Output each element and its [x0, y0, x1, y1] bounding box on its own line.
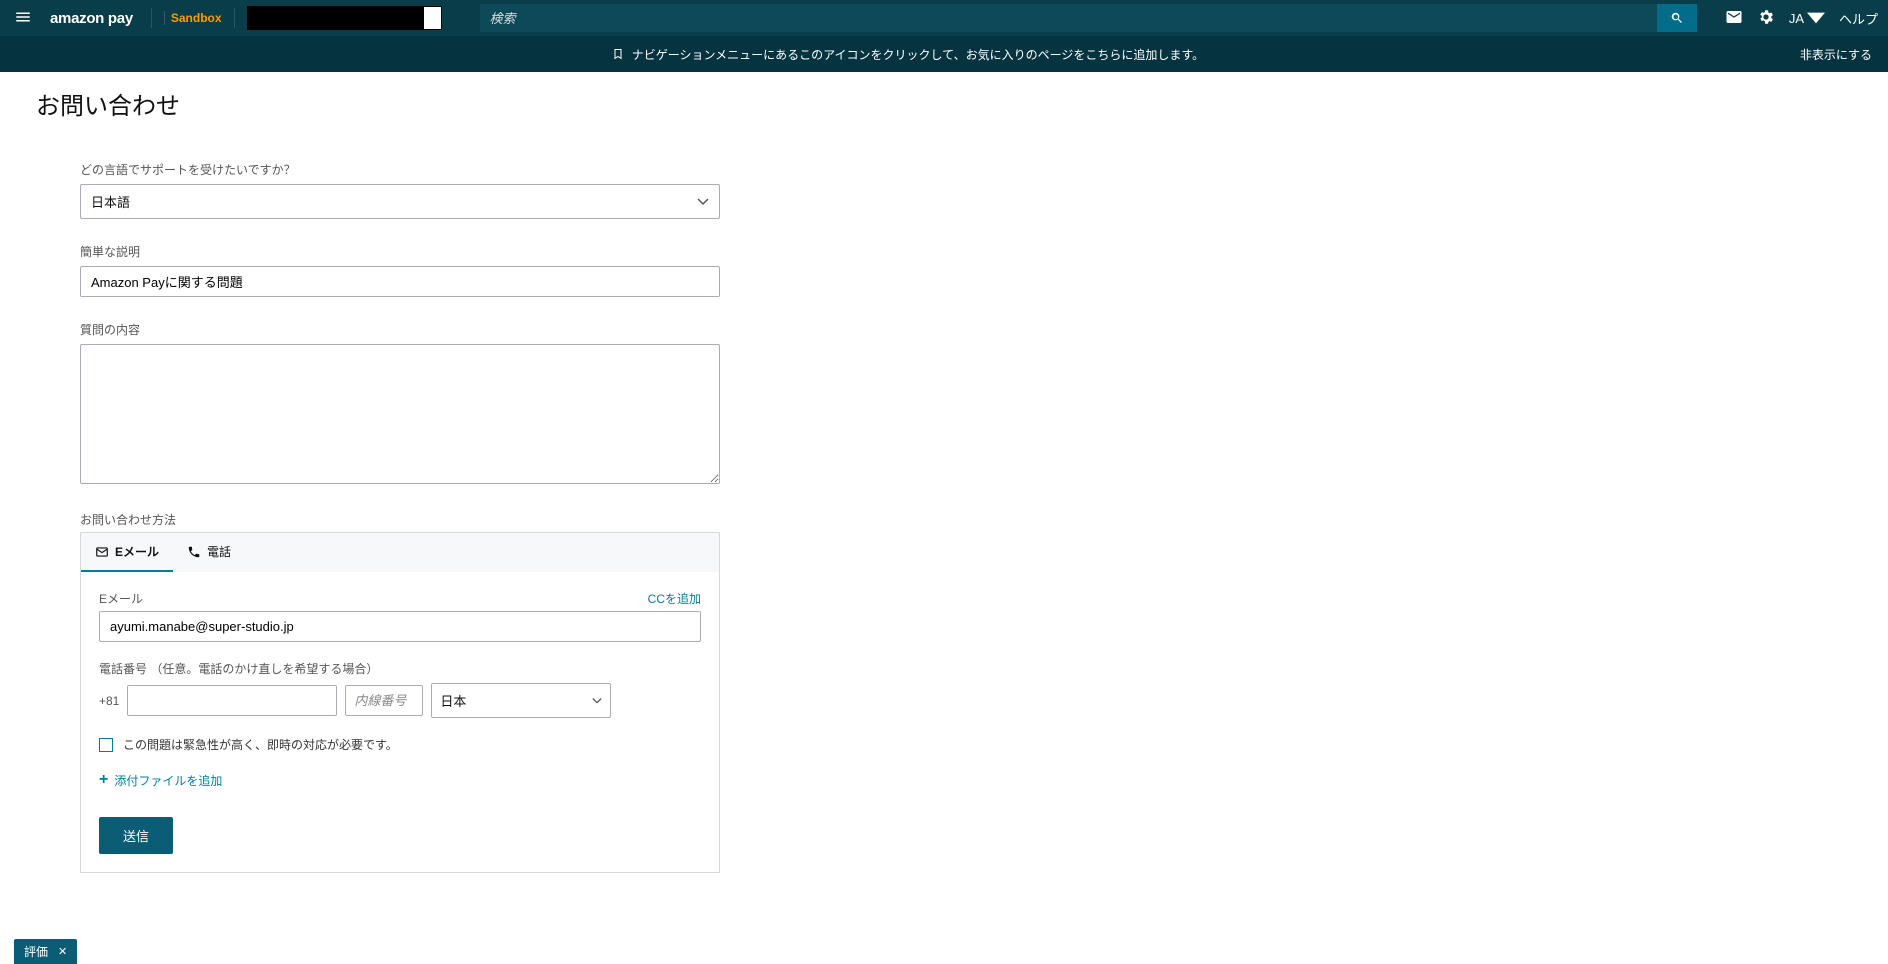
page-content: お問い合わせ どの言語でサポートを受けたいですか？ 日本語 簡単な説明 質問の内…	[0, 72, 1888, 933]
language-label: どの言語でサポートを受けたいですか？	[80, 161, 800, 178]
email-label-row: Eメール CCを追加	[99, 590, 701, 607]
logo-text: amazon pay	[50, 10, 133, 27]
notice-content: ナビゲーションメニューにあるこのアイコンをクリックして、お気に入りのページをこち…	[16, 46, 1800, 63]
urgent-checkbox-label: この問題は緊急性が高く、即時の対応が必要です。	[123, 736, 398, 753]
bookmark-icon	[612, 47, 624, 61]
tab-email-label: Eメール	[115, 543, 159, 560]
feedback-close-icon[interactable]: ✕	[58, 945, 67, 958]
page-title: お問い合わせ	[36, 86, 1852, 121]
tab-phone-label: 電話	[207, 543, 231, 560]
language-field: どの言語でサポートを受けたいですか？ 日本語	[80, 161, 800, 219]
header-bar: amazon pay Sandbox JA ヘルプ	[0, 0, 1888, 36]
phone-icon	[187, 545, 201, 559]
phone-field-label: 電話番号 （任意。電話のかけ直しを希望する場合）	[99, 660, 701, 677]
language-code: JA	[1789, 11, 1804, 26]
hamburger-menu-icon[interactable]	[10, 4, 36, 33]
contact-method-tabs: Eメール 電話 Eメール CCを追加 電話番号 （任意。電話のかけ直しを希望する…	[80, 532, 720, 873]
chevron-down-icon	[592, 697, 602, 705]
search-input[interactable]	[480, 4, 1657, 32]
question-field: 質問の内容	[80, 321, 800, 487]
chevron-down-icon	[697, 196, 709, 208]
country-select[interactable]: 日本	[431, 683, 611, 718]
divider	[151, 8, 152, 28]
help-link[interactable]: ヘルプ	[1839, 9, 1878, 28]
divider	[234, 8, 235, 28]
contact-method-label: お問い合わせ方法	[80, 511, 800, 528]
email-input[interactable]	[99, 611, 701, 642]
search-wrap	[480, 4, 1697, 32]
question-textarea[interactable]	[80, 344, 720, 484]
description-label: 簡単な説明	[80, 243, 800, 260]
description-field: 簡単な説明	[80, 243, 800, 297]
tab-body: Eメール CCを追加 電話番号 （任意。電話のかけ直しを希望する場合） +81 …	[81, 572, 719, 872]
notice-hide-button[interactable]: 非表示にする	[1800, 46, 1872, 63]
language-value: 日本語	[91, 192, 130, 211]
notice-bar: ナビゲーションメニューにあるこのアイコンをクリックして、お気に入りのページをこち…	[0, 36, 1888, 72]
language-selector[interactable]: JA	[1789, 9, 1825, 27]
question-label: 質問の内容	[80, 321, 800, 338]
feedback-tab[interactable]: 評価 ✕	[14, 939, 77, 964]
urgent-checkbox-row: この問題は緊急性が高く、即時の対応が必要です。	[99, 736, 701, 753]
phone-row: +81 日本	[99, 683, 701, 718]
tab-header: Eメール 電話	[81, 532, 719, 572]
notice-text: ナビゲーションメニューにあるこのアイコンをクリックして、お気に入りのページをこち…	[632, 46, 1204, 63]
add-attachment-link[interactable]: + 添付ファイルを追加	[99, 771, 701, 789]
attach-label: 添付ファイルを追加	[114, 772, 222, 789]
gear-icon[interactable]	[1757, 8, 1775, 29]
submit-button[interactable]: 送信	[99, 817, 173, 854]
country-value: 日本	[440, 691, 466, 710]
urgent-checkbox[interactable]	[99, 738, 113, 752]
account-selector[interactable]	[247, 6, 442, 30]
tab-phone[interactable]: 電話	[173, 533, 245, 572]
email-icon	[95, 545, 109, 559]
search-icon	[1670, 11, 1684, 25]
email-field-label: Eメール	[99, 590, 143, 607]
language-select[interactable]: 日本語	[80, 184, 720, 219]
account-inner	[424, 7, 441, 29]
mail-icon[interactable]	[1725, 8, 1743, 29]
header-right: JA ヘルプ	[1725, 8, 1878, 29]
add-cc-link[interactable]: CCを追加	[648, 590, 701, 607]
logo[interactable]: amazon pay	[44, 10, 139, 27]
caret-down-icon	[1807, 9, 1825, 27]
country-code-prefix: +81	[99, 694, 119, 708]
feedback-label: 評価	[24, 943, 48, 960]
tab-email[interactable]: Eメール	[81, 533, 173, 572]
sandbox-badge: Sandbox	[164, 11, 222, 25]
plus-icon: +	[99, 771, 108, 789]
description-input[interactable]	[80, 266, 720, 297]
contact-form: どの言語でサポートを受けたいですか？ 日本語 簡単な説明 質問の内容 お問い合わ…	[80, 161, 800, 873]
extension-input[interactable]	[345, 685, 423, 716]
phone-number-input[interactable]	[127, 685, 337, 716]
search-button[interactable]	[1657, 4, 1697, 32]
